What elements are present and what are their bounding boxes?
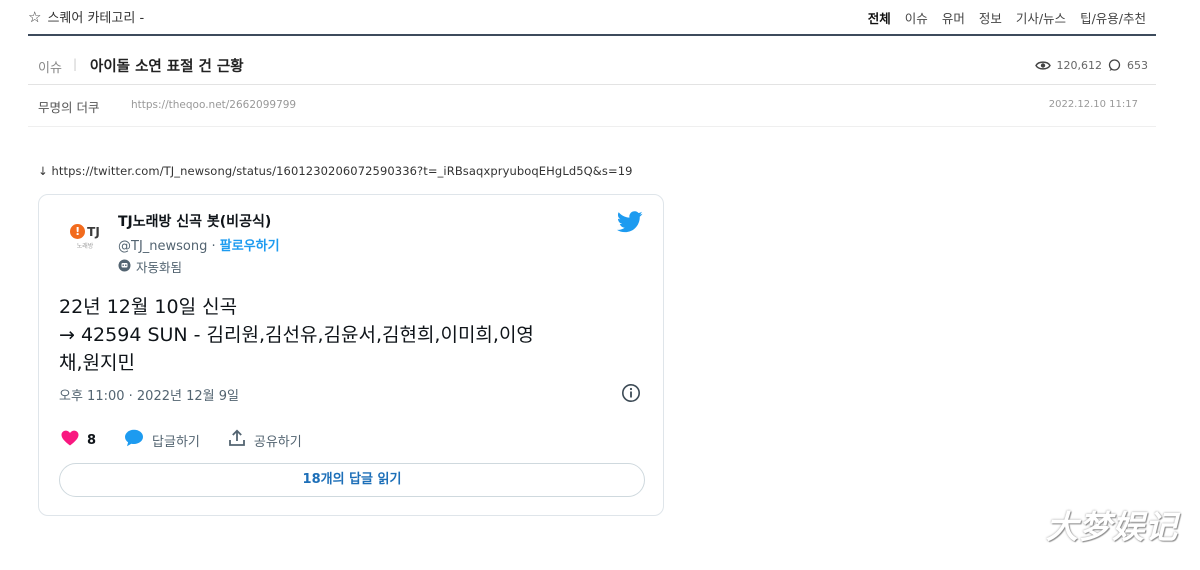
account-name[interactable]: TJ노래방 신곡 봇(비공식): [118, 211, 271, 231]
read-replies-button[interactable]: 18개의 답글 읽기: [59, 463, 645, 497]
heart-icon: [61, 430, 79, 450]
watermark: 大梦娱记: [1045, 508, 1178, 546]
logo-subtext: 노래방: [76, 243, 94, 250]
automated-label: 자동화됨: [118, 257, 182, 276]
tab-all[interactable]: 전체: [868, 8, 891, 27]
star-icon[interactable]: ☆: [28, 8, 41, 26]
handle-row: @TJ_newsong · 팔로우하기: [118, 235, 280, 254]
title-separator: |: [73, 57, 78, 71]
tj-logo: ! TJ: [70, 224, 100, 239]
reply-button[interactable]: 답글하기: [124, 429, 200, 451]
share-label: 공유하기: [253, 434, 302, 450]
account-handle[interactable]: @TJ_newsong: [118, 239, 207, 254]
logo-mark: !: [70, 224, 86, 239]
post-date: 2022.12.10 11:17: [1048, 99, 1138, 110]
reply-label: 답글하기: [152, 434, 200, 450]
category-selector[interactable]: ☆ 스퀘어 카테고리 -: [28, 7, 145, 27]
tab-humor[interactable]: 유머: [942, 8, 965, 27]
avatar[interactable]: ! TJ 노래방: [61, 213, 109, 261]
like-button[interactable]: 8: [61, 430, 96, 450]
post-stats: 120,612 653: [1034, 59, 1148, 72]
post-permalink[interactable]: https://theqoo.net/2662099799: [131, 99, 296, 111]
share-button[interactable]: 공유하기: [228, 429, 302, 451]
category-label: 스퀘어 카테고리 -: [47, 11, 145, 26]
post-author: 무명의 더쿠: [38, 100, 100, 115]
category-bar: ☆ 스퀘어 카테고리 - 전체 이슈 유머 정보 기사/뉴스 팁/유용/추천: [28, 0, 1156, 36]
post-meta-row: 무명의 더쿠 https://theqoo.net/2662099799 202…: [28, 86, 1156, 127]
comment-count: 653: [1127, 59, 1148, 72]
comment-icon: [1108, 59, 1121, 72]
post-category[interactable]: 이슈: [38, 57, 62, 76]
tab-issue[interactable]: 이슈: [905, 8, 928, 27]
info-icon[interactable]: [621, 383, 641, 407]
tweet-timestamp[interactable]: 오후 11:00 · 2022년 12월 9일: [59, 385, 239, 404]
tweet-source-link[interactable]: ↓ https://twitter.com/TJ_newsong/status/…: [38, 164, 633, 178]
tab-info[interactable]: 정보: [979, 8, 1002, 27]
follow-button[interactable]: 팔로우하기: [220, 239, 280, 254]
eye-icon: [1034, 60, 1051, 71]
like-count: 8: [87, 432, 97, 448]
view-count: 120,612: [1056, 59, 1103, 72]
automated-text: 자동화됨: [136, 260, 183, 275]
share-icon: [228, 429, 246, 451]
tweet-line-1: 22년 12월 10일 신곡: [59, 296, 238, 318]
logo-text: TJ: [87, 224, 100, 239]
tab-news[interactable]: 기사/뉴스: [1016, 8, 1066, 27]
tweet-actions: 8 답글하기 공유하기: [61, 429, 330, 451]
tweet-body: 22년 12월 10일 신곡 → 42594 SUN - 김리원,김선유,김윤서…: [59, 293, 639, 377]
post-title-row: 이슈 | 아이돌 소연 표절 건 근황 120,612 653: [28, 36, 1156, 85]
tab-tips[interactable]: 팁/유용/추천: [1080, 8, 1146, 27]
twitter-bird-icon[interactable]: [616, 211, 643, 237]
tweet-line-3: 채,원지민: [59, 352, 135, 374]
tweet-line-2: → 42594 SUN - 김리원,김선유,김윤서,김현희,이미희,이영: [59, 324, 534, 346]
speech-bubble-icon: [124, 429, 144, 451]
embedded-tweet[interactable]: ! TJ 노래방 TJ노래방 신곡 봇(비공식) @TJ_newsong · 팔…: [38, 194, 664, 516]
bot-icon: [118, 259, 131, 275]
post-title: 아이돌 소연 표절 건 근황: [90, 59, 244, 75]
handle-dot: ·: [207, 239, 220, 254]
category-tabs: 전체 이슈 유머 정보 기사/뉴스 팁/유용/추천: [868, 8, 1146, 27]
